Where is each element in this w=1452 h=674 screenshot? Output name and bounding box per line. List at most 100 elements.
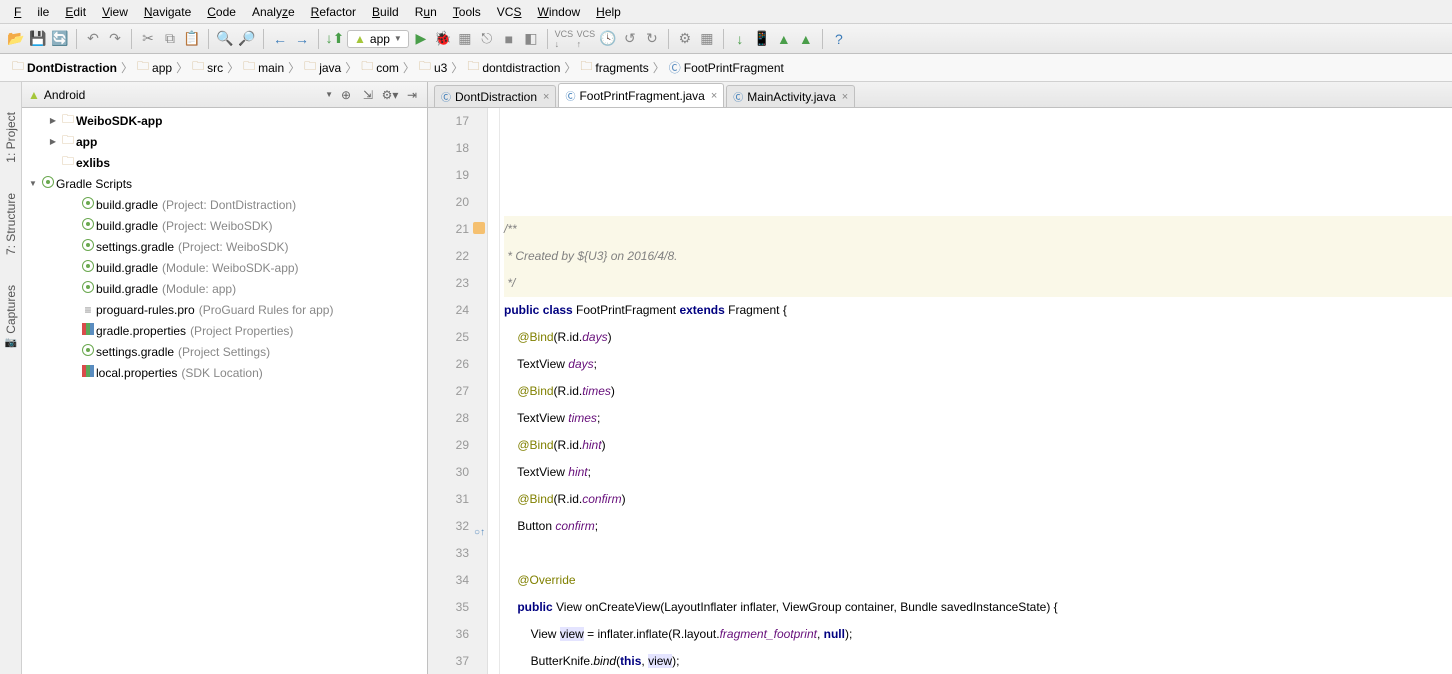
tree-row[interactable]: settings.gradle(Project Settings) <box>22 341 427 362</box>
menu-file[interactable]: File <box>6 2 57 22</box>
code-line[interactable]: public class FootPrintFragment extends F… <box>504 297 1452 324</box>
project-tree[interactable]: ▶🗀WeiboSDK-app▶🗀app🗀exlibs▼Gradle Script… <box>22 108 427 674</box>
forward-icon[interactable]: → <box>292 29 312 49</box>
breadcrumb-item[interactable]: 🗀fragments <box>574 55 654 80</box>
redo-icon[interactable]: ↷ <box>105 29 125 49</box>
menu-navigate[interactable]: Navigate <box>136 2 199 22</box>
code-line[interactable]: public View onCreateView(LayoutInflater … <box>504 594 1452 621</box>
code-line[interactable]: @Bind(R.id.hint) <box>504 432 1452 459</box>
menu-help[interactable]: Help <box>588 2 629 22</box>
tree-row[interactable]: ▶🗀app <box>22 131 427 152</box>
avd-manager-icon[interactable]: 📱 <box>752 29 772 49</box>
menu-run[interactable]: Run <box>407 2 445 22</box>
menu-build[interactable]: Build <box>364 2 407 22</box>
run-config-selector[interactable]: ▲ app ▼ <box>347 30 409 48</box>
breadcrumb-item[interactable]: 🗀main <box>237 55 290 80</box>
breadcrumb-item[interactable]: ⒸFootPrintFragment <box>663 57 790 78</box>
help-icon[interactable]: ? <box>829 29 849 49</box>
rail-structure[interactable]: 7: Structure <box>4 193 18 255</box>
vcs-commit-icon[interactable]: VCS↑ <box>576 29 596 49</box>
close-tab-icon[interactable]: × <box>543 91 549 103</box>
breadcrumb-item[interactable]: 🗀dontdistraction <box>461 55 566 80</box>
expand-arrow-icon[interactable]: ▶ <box>46 137 60 146</box>
project-structure-icon[interactable]: ▦ <box>697 29 717 49</box>
copy-icon[interactable]: ⧉ <box>160 29 180 49</box>
menu-edit[interactable]: Edit <box>57 2 94 22</box>
debug-icon[interactable]: 🐞 <box>433 29 453 49</box>
rail-project[interactable]: 1: Project <box>4 112 18 163</box>
expand-arrow-icon[interactable]: ▼ <box>26 179 40 188</box>
rail-captures[interactable]: 📷Captures <box>4 285 18 349</box>
run-icon[interactable]: ▶ <box>411 29 431 49</box>
android-icon-2[interactable]: ▲ <box>796 29 816 49</box>
tree-row[interactable]: local.properties(SDK Location) <box>22 362 427 383</box>
cut-icon[interactable]: ✂ <box>138 29 158 49</box>
tree-row[interactable]: settings.gradle(Project: WeiboSDK) <box>22 236 427 257</box>
close-tab-icon[interactable]: × <box>842 91 848 103</box>
tree-row[interactable]: 🗀exlibs <box>22 152 427 173</box>
profile-icon[interactable]: ▦ <box>455 29 475 49</box>
open-icon[interactable]: 📂 <box>6 29 26 49</box>
code-line[interactable] <box>504 189 1452 216</box>
tree-row[interactable]: build.gradle(Module: app) <box>22 278 427 299</box>
code-line[interactable]: TextView hint; <box>504 459 1452 486</box>
apply-icon[interactable]: ◧ <box>521 29 541 49</box>
scroll-from-source-icon[interactable]: ⊕ <box>337 88 355 102</box>
settings-gear-icon[interactable]: ⚙▾ <box>381 88 399 102</box>
override-icon[interactable]: ○↑ <box>474 519 485 546</box>
fold-column[interactable] <box>488 108 500 674</box>
tree-row[interactable]: ≡proguard-rules.pro(ProGuard Rules for a… <box>22 299 427 320</box>
code-content[interactable]: /** * Created by ${U3} on 2016/4/8. */pu… <box>488 108 1452 674</box>
code-line[interactable]: @Bind(R.id.confirm) <box>504 486 1452 513</box>
vcs-history-icon[interactable]: 🕓 <box>598 29 618 49</box>
vcs-update-icon[interactable]: VCS↓ <box>554 29 574 49</box>
menu-view[interactable]: View <box>94 2 136 22</box>
gutter-mark-icon[interactable] <box>473 222 485 234</box>
paste-icon[interactable]: 📋 <box>182 29 202 49</box>
collapse-all-icon[interactable]: ⇲ <box>359 88 377 102</box>
tree-row[interactable]: ▶🗀WeiboSDK-app <box>22 110 427 131</box>
attach-icon[interactable]: ⎋ <box>477 29 497 49</box>
code-line[interactable]: @Override <box>504 567 1452 594</box>
menu-analyze[interactable]: Analyze <box>244 2 303 22</box>
save-icon[interactable]: 💾 <box>28 29 48 49</box>
sync-icon[interactable]: 🔄 <box>50 29 70 49</box>
code-line[interactable] <box>504 540 1452 567</box>
undo-icon[interactable]: ↶ <box>83 29 103 49</box>
menu-vcs[interactable]: VCS <box>489 2 530 22</box>
find-icon[interactable]: 🔍 <box>215 29 235 49</box>
breadcrumb-item[interactable]: 🗀com <box>355 55 405 80</box>
menu-refactor[interactable]: Refactor <box>303 2 364 22</box>
tree-row[interactable]: build.gradle(Project: WeiboSDK) <box>22 215 427 236</box>
project-view-mode[interactable]: Android <box>44 88 321 102</box>
code-line[interactable]: /** <box>504 216 1452 243</box>
tree-row[interactable]: build.gradle(Project: DontDistraction) <box>22 194 427 215</box>
menu-code[interactable]: Code <box>199 2 244 22</box>
code-line[interactable]: @Bind(R.id.days) <box>504 324 1452 351</box>
expand-arrow-icon[interactable]: ▶ <box>46 116 60 125</box>
tree-row[interactable]: build.gradle(Module: WeiboSDK-app) <box>22 257 427 278</box>
tree-row[interactable]: gradle.properties(Project Properties) <box>22 320 427 341</box>
dropdown-icon[interactable]: ▼ <box>325 90 333 99</box>
breadcrumb-item[interactable]: 🗀DontDistraction <box>6 55 123 80</box>
breadcrumb-item[interactable]: 🗀java <box>298 55 347 80</box>
breadcrumb-item[interactable]: 🗀app <box>131 55 178 80</box>
breadcrumb-item[interactable]: 🗀u3 <box>413 55 453 80</box>
back-icon[interactable]: ← <box>270 29 290 49</box>
sdk-manager-icon[interactable]: ↓ <box>730 29 750 49</box>
replace-icon[interactable]: 🔎 <box>237 29 257 49</box>
code-editor[interactable]: 17181920212223242526272829303132○↑333435… <box>428 108 1452 674</box>
code-line[interactable]: View view = inflater.inflate(R.layout.fr… <box>504 621 1452 648</box>
breadcrumb-item[interactable]: 🗀src <box>186 55 229 80</box>
stop-icon[interactable]: ■ <box>499 29 519 49</box>
code-line[interactable]: Button confirm; <box>504 513 1452 540</box>
make-icon[interactable]: ↓⬆ <box>325 29 345 49</box>
vcs-revert-icon[interactable]: ↺ <box>620 29 640 49</box>
menu-tools[interactable]: Tools <box>445 2 489 22</box>
editor-tab[interactable]: ⒸMainActivity.java× <box>726 85 855 107</box>
editor-tab[interactable]: ⒸDontDistraction× <box>434 85 556 107</box>
code-line[interactable]: @Bind(R.id.times) <box>504 378 1452 405</box>
hide-icon[interactable]: ⇥ <box>403 88 421 102</box>
menu-window[interactable]: Window <box>529 2 588 22</box>
code-line[interactable]: * Created by ${U3} on 2016/4/8. <box>504 243 1452 270</box>
